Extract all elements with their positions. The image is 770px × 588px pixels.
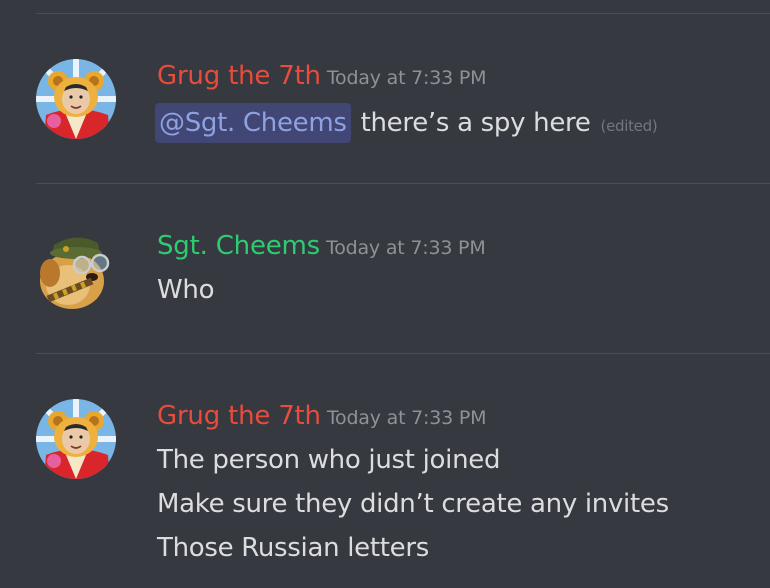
message-divider	[36, 353, 770, 354]
message-header: Grug the 7th Today at 7:33 PM	[157, 59, 487, 93]
message-text: Those Russian letters	[157, 533, 429, 563]
message-divider	[36, 13, 770, 14]
user-avatar[interactable]	[36, 399, 116, 479]
message-timestamp[interactable]: Today at 7:33 PM	[327, 407, 487, 429]
message-timestamp[interactable]: Today at 7:33 PM	[327, 67, 487, 89]
message-text: there’s a spy here	[352, 108, 591, 138]
message-timestamp[interactable]: Today at 7:33 PM	[326, 237, 486, 259]
user-avatar[interactable]	[36, 59, 116, 139]
author-name[interactable]: Sgt. Cheems	[157, 231, 320, 261]
cheems-soldier-avatar-icon	[40, 237, 110, 309]
message-text: The person who just joined	[157, 445, 501, 475]
message-text: Make sure they didn’t create any invites	[157, 489, 669, 519]
edited-label: (edited)	[600, 117, 658, 135]
author-name[interactable]: Grug the 7th	[157, 61, 321, 91]
winnie-leader-avatar-icon	[36, 59, 116, 139]
author-name[interactable]: Grug the 7th	[157, 401, 321, 431]
message-text: Who	[157, 275, 215, 305]
user-avatar[interactable]	[36, 229, 116, 309]
message-content: @Sgt. Cheems there’s a spy here (edited)	[155, 103, 658, 143]
user-mention[interactable]: @Sgt. Cheems	[155, 103, 351, 143]
message-divider	[36, 183, 770, 184]
message-header: Sgt. Cheems Today at 7:33 PM	[157, 229, 486, 263]
winnie-leader-avatar-icon	[36, 399, 116, 479]
message-header: Grug the 7th Today at 7:33 PM	[157, 399, 487, 433]
